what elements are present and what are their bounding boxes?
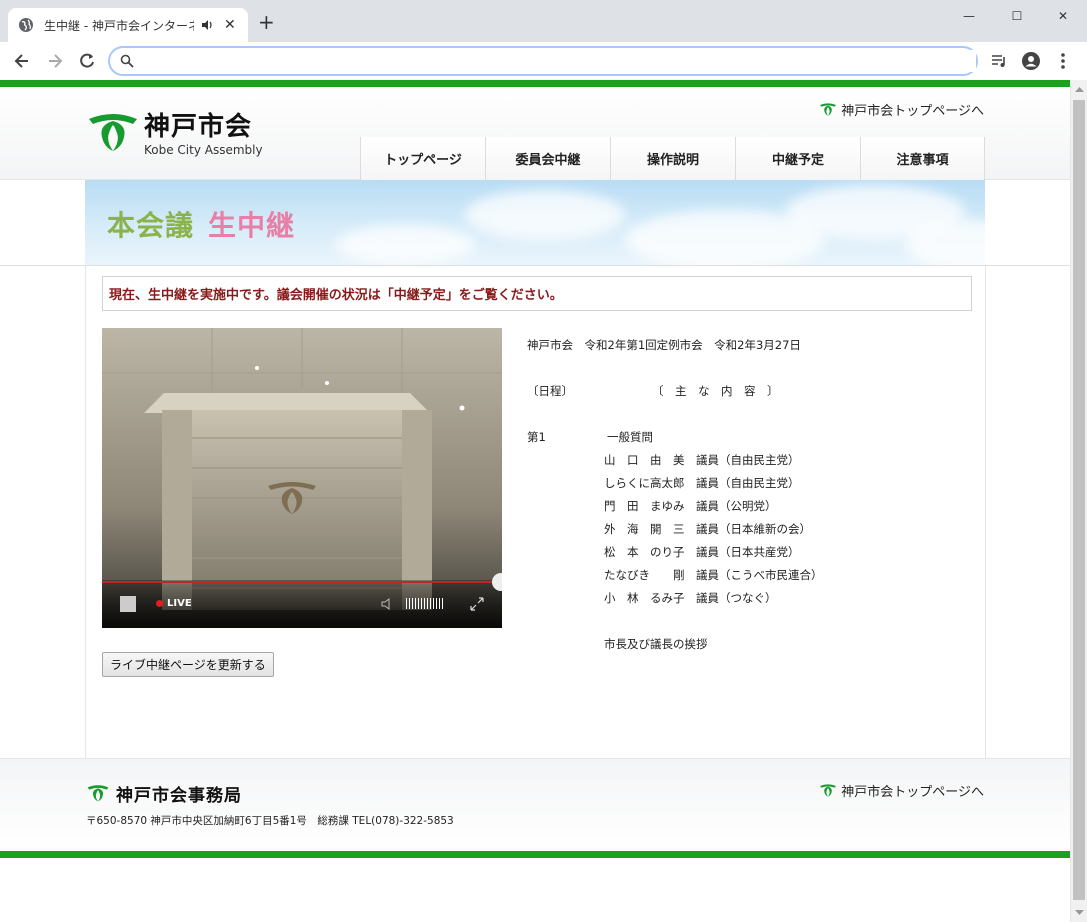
nav-how-to-use[interactable]: 操作説明 <box>610 137 735 180</box>
live-notice: 現在、生中継を実施中です。議会開催の状況は「中継予定」をご覧ください。 <box>102 276 972 311</box>
schedule-label: 〔日程〕 <box>527 384 573 398</box>
bottom-green-bar <box>0 851 1070 858</box>
new-tab-button[interactable]: + <box>258 12 275 32</box>
speaker-item: たなびき 剛 議員（こうべ市民連合） <box>604 568 823 582</box>
speaker-item: 山 口 由 美 議員（自由民主党） <box>604 453 800 467</box>
live-indicator: LIVE <box>156 598 192 609</box>
site-logo[interactable]: 神戸市会 Kobe City Assembly <box>86 111 263 157</box>
speaker-item: 小 林 るみ子 議員（つなぐ） <box>604 591 777 605</box>
reload-icon[interactable] <box>77 51 97 71</box>
back-icon[interactable] <box>12 51 32 71</box>
footer-top-page-link-label: 神戸市会トップページへ <box>841 785 984 800</box>
speaker-item: 松 本 のり子 議員（日本共産党） <box>604 545 800 559</box>
media-control-icon[interactable] <box>989 51 1009 71</box>
kobe-emblem-footer-icon <box>87 784 109 801</box>
global-nav: トップページ 委員会中継 操作説明 中継予定 注意事項 <box>360 137 985 180</box>
top-page-link-label: 神戸市会トップページへ <box>841 104 984 119</box>
banner-title: 本会議 生中継 <box>107 204 295 244</box>
banner-title-plenary: 本会議 <box>107 209 195 242</box>
video-player[interactable]: LIVE <box>102 328 502 628</box>
scroll-down-icon[interactable] <box>1075 908 1084 917</box>
search-icon <box>120 54 134 68</box>
nav-top-page[interactable]: トップページ <box>360 137 485 180</box>
live-label: LIVE <box>167 598 192 609</box>
nav-schedule[interactable]: 中継予定 <box>735 137 860 180</box>
kobe-city-emblem-icon <box>89 114 137 151</box>
banner-title-live: 生中継 <box>208 209 296 242</box>
content-label: 〔 主 な 内 容 〕 <box>652 384 779 398</box>
speaker-item: 門 田 まゆみ 議員（公明党） <box>604 499 777 513</box>
browser-toolbar <box>0 42 1087 80</box>
tab-close-icon[interactable]: ✕ <box>224 17 236 33</box>
refresh-live-button[interactable]: ライブ中継ページを更新する <box>102 652 274 677</box>
browser-tabstrip: 生中継 - 神戸市会インターネッ ✕ + — ☐ ✕ <box>0 0 1087 42</box>
menu-dots-icon[interactable] <box>1053 51 1073 71</box>
site-footer: 神戸市会事務局 〒650-8570 神戸市中央区加納町6丁目5番1号 総務課 T… <box>0 758 1070 851</box>
maximize-button[interactable]: ☐ <box>994 4 1040 28</box>
footer-office: 神戸市会事務局 <box>86 781 242 806</box>
top-page-link[interactable]: 神戸市会トップページへ <box>819 100 984 119</box>
minimize-button[interactable]: — <box>946 4 992 28</box>
address-bar[interactable] <box>108 46 978 76</box>
tab-title: 生中継 - 神戸市会インターネッ <box>44 18 194 33</box>
progress-bar[interactable] <box>102 581 502 583</box>
top-green-bar <box>0 80 1070 87</box>
footer-top-page-link[interactable]: 神戸市会トップページへ <box>819 781 984 800</box>
main-content: 現在、生中継を実施中です。議会開催の状況は「中継予定」をご覧ください。 LIVE… <box>85 266 986 758</box>
nav-notes[interactable]: 注意事項 <box>860 137 985 180</box>
item-general-question: 一般質問 <box>607 430 653 444</box>
browser-tab[interactable]: 生中継 - 神戸市会インターネッ ✕ <box>8 8 248 42</box>
logo-english: Kobe City Assembly <box>144 142 263 157</box>
scrollbar-thumb[interactable] <box>1073 100 1085 900</box>
day-label: 第1 <box>527 430 546 444</box>
window-close-button[interactable]: ✕ <box>1040 4 1086 28</box>
footer-address: 〒650-8570 神戸市中央区加納町6丁目5番1号 総務課 TEL(078)-… <box>86 815 454 827</box>
scroll-up-icon[interactable] <box>1075 85 1084 94</box>
stop-button[interactable] <box>120 596 136 612</box>
globe-icon <box>19 18 33 32</box>
kobe-emblem-small-icon <box>820 783 837 797</box>
page-scrollbar[interactable] <box>1070 80 1087 922</box>
logo-japanese: 神戸市会 <box>144 111 253 142</box>
closing-item: 市長及び議長の挨拶 <box>604 637 708 651</box>
page-viewport: 神戸市会 Kobe City Assembly 神戸市会トップページへ トップペ… <box>0 80 1070 922</box>
forward-icon[interactable] <box>45 51 65 71</box>
speaker-icon[interactable] <box>200 18 214 32</box>
profile-icon[interactable] <box>1021 51 1041 71</box>
live-dot-icon <box>156 600 163 607</box>
volume-slider[interactable] <box>406 598 443 609</box>
address-input[interactable] <box>142 50 976 72</box>
volume-icon[interactable] <box>380 597 394 611</box>
kobe-emblem-small-icon <box>820 102 837 116</box>
site-header: 神戸市会 Kobe City Assembly 神戸市会トップページへ トップペ… <box>0 87 1070 180</box>
fullscreen-icon[interactable] <box>470 597 484 611</box>
session-title: 神戸市会 令和2年第1回定例市会 令和2年3月27日 <box>527 338 801 352</box>
page-banner: 本会議 生中継 <box>85 180 985 266</box>
speaker-item: しらくに高太郎 議員（自由民主党） <box>604 476 800 490</box>
footer-office-label: 神戸市会事務局 <box>116 786 242 806</box>
nav-committee-live[interactable]: 委員会中継 <box>485 137 610 180</box>
speaker-item: 外 海 開 三 議員（日本維新の会） <box>604 522 811 536</box>
